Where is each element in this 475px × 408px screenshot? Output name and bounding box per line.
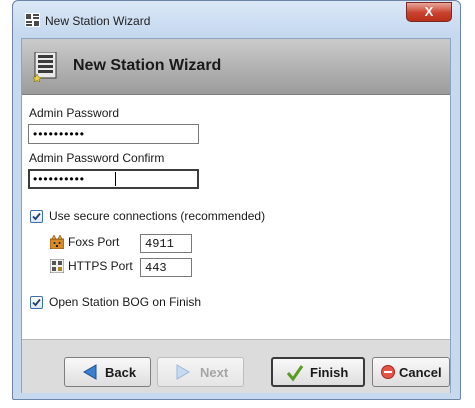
foxs-icon (50, 235, 64, 249)
admin-password-confirm-label: Admin Password Confirm (29, 151, 165, 165)
close-button[interactable]: X (406, 2, 452, 22)
cancel-button[interactable]: Cancel (372, 357, 450, 387)
secure-connections-label: Use secure connections (recommended) (49, 209, 266, 223)
https-port-field[interactable] (140, 258, 192, 277)
https-port-label: HTTPS Port (68, 259, 133, 273)
arrow-right-icon (176, 364, 190, 380)
admin-password-field[interactable] (28, 124, 199, 144)
foxs-port-label: Foxs Port (68, 235, 120, 249)
foxs-port-field[interactable] (140, 234, 192, 253)
button-bar: Back Next Finish Cancel (22, 339, 450, 393)
window-title: New Station Wizard (45, 14, 151, 28)
next-button-label: Next (200, 365, 229, 380)
next-button[interactable]: Next (157, 357, 244, 387)
app-icon (25, 13, 40, 27)
secure-connections-checkbox[interactable] (30, 210, 43, 223)
checkmark-icon (286, 365, 304, 382)
open-station-bog-label: Open Station BOG on Finish (49, 295, 202, 309)
wizard-content: New Station Wizard Admin Password Admin … (21, 38, 451, 393)
finish-button[interactable]: Finish (271, 357, 365, 387)
header-title: New Station Wizard (73, 57, 222, 74)
checkmark-icon (32, 298, 41, 307)
admin-password-label: Admin Password (29, 106, 120, 120)
admin-password-confirm-field[interactable] (28, 169, 199, 189)
station-icon (33, 52, 57, 82)
cancel-button-label: Cancel (399, 365, 442, 380)
checkmark-icon (32, 212, 41, 221)
wizard-window: New Station Wizard X New Station Wizard … (12, 0, 461, 400)
close-icon: X (424, 4, 434, 19)
back-button-label: Back (105, 365, 137, 380)
back-button[interactable]: Back (64, 357, 151, 387)
text-caret (115, 172, 116, 186)
arrow-left-icon (83, 364, 97, 380)
wizard-header: New Station Wizard (22, 39, 450, 95)
finish-button-label: Finish (310, 365, 349, 380)
open-station-bog-checkbox[interactable] (30, 296, 43, 309)
https-icon (50, 259, 64, 273)
title-bar[interactable]: New Station Wizard X (13, 1, 460, 38)
cancel-icon (381, 365, 395, 379)
